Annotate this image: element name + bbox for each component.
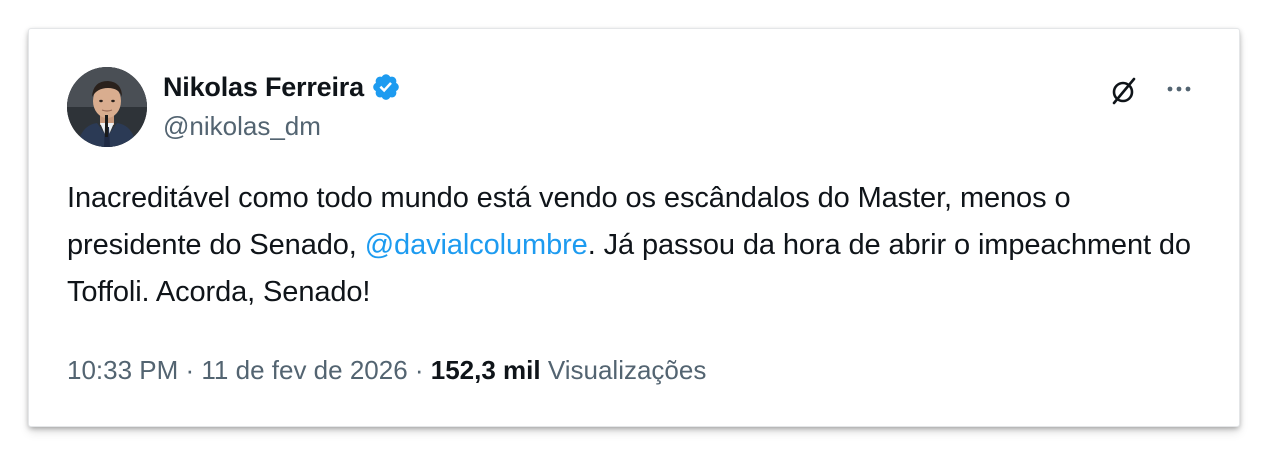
more-options-icon[interactable] — [1161, 75, 1197, 103]
meta-separator: · — [407, 355, 431, 385]
views-label: Visualizações — [540, 355, 707, 385]
tweet-time[interactable]: 10:33 PM — [67, 355, 178, 385]
avatar-image — [67, 67, 147, 147]
author-name-row: Nikolas Ferreira — [163, 71, 401, 103]
author-handle[interactable]: @nikolas_dm — [163, 111, 321, 142]
meta-separator: · — [178, 355, 202, 385]
mention-link[interactable]: @davialcolumbre — [365, 229, 588, 261]
verified-badge-icon[interactable] — [371, 72, 401, 102]
slashed-circle-icon[interactable] — [1109, 76, 1139, 106]
avatar[interactable] — [67, 67, 147, 147]
tweet-text: Inacreditável como todo mundo está vendo… — [67, 175, 1207, 316]
tweet-card: Nikolas Ferreira @nikolas_dm Inacreditáv… — [29, 29, 1239, 426]
tweet-meta: 10:33 PM · 11 de fev de 2026 · 152,3 mil… — [67, 355, 706, 386]
views-count: 152,3 mil — [430, 355, 541, 385]
tweet-date[interactable]: 11 de fev de 2026 — [201, 355, 407, 385]
author-display-name[interactable]: Nikolas Ferreira — [163, 72, 364, 103]
